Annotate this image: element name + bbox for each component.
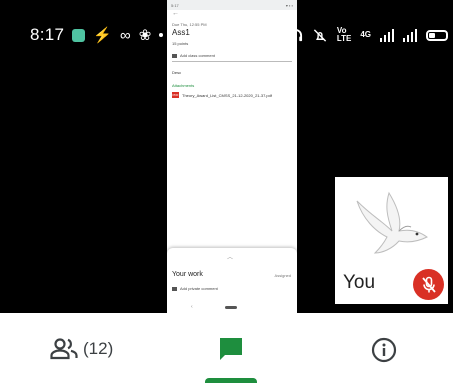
shared-screen: 5:17 ▾ ▪ ▪ ← Due Thu, 12:55 PM Ass1 15 p… [167, 0, 297, 316]
attachment-filename: Theory_Award_List_CMSS_21-12-2020_21-37.… [182, 92, 272, 98]
status-left: 8:17 ⚡ ∞ ❀ [30, 22, 164, 48]
palette-icon: ❀ [138, 26, 152, 44]
infinity-icon: ∞ [119, 26, 131, 44]
attachments-header: Attachments [172, 83, 195, 88]
private-comment-row: Add private comment [172, 286, 218, 291]
shared-nav-back-icon: ‹ [191, 304, 193, 310]
info-icon [371, 337, 397, 363]
self-view-label: You [343, 272, 376, 293]
mic-off-icon [421, 276, 436, 293]
assignment-points: 15 points [172, 41, 189, 46]
class-comment-row: Add class comment [167, 53, 297, 58]
attachment-row: PDF Theory_Award_List_CMSS_21-12-2020_21… [167, 92, 297, 98]
info-button[interactable] [371, 337, 397, 368]
status-time: 8:17 [30, 25, 65, 44]
divider [172, 61, 292, 62]
classroom-notification-icon [72, 28, 86, 42]
assigned-status: Assigned [274, 273, 291, 278]
shared-nav-home-icon [225, 306, 237, 309]
your-work-label: Your work [172, 271, 203, 278]
active-tab-indicator [205, 378, 257, 383]
network-label: 4G [360, 30, 372, 39]
class-comment-label: Add class comment [180, 53, 215, 58]
mic-off-indicator [413, 269, 444, 300]
shared-status-time: 5:17 [171, 2, 179, 8]
network-4g-icon: 4G [360, 31, 371, 39]
assignment-description: Desc [172, 70, 182, 75]
dove-avatar [356, 191, 428, 254]
private-comment-icon [172, 286, 177, 291]
sync-icon: ⚡ [93, 26, 112, 44]
private-comment-label: Add private comment [180, 286, 218, 291]
pdf-file-icon: PDF [172, 92, 179, 98]
sheet-chevron-icon: ︿ [227, 255, 234, 261]
volte-icon: Vo LTE [337, 27, 352, 43]
volte-bottom: LTE [336, 34, 352, 43]
chat-icon [220, 338, 242, 360]
shared-status-icons: ▾ ▪ ▪ [285, 2, 293, 8]
participants-count: (12) [83, 339, 114, 358]
bottom-navigation: (12) [0, 313, 453, 383]
your-work-sheet: ︿ Your work Assigned Add private comment… [167, 248, 297, 316]
participants-button[interactable]: (12) [50, 338, 113, 360]
self-view-tile[interactable]: You [335, 177, 448, 304]
chat-button[interactable] [217, 335, 245, 368]
comment-icon [172, 53, 177, 58]
battery-icon [426, 29, 449, 41]
shared-status-bar: 5:17 ▾ ▪ ▪ [167, 0, 297, 10]
shared-back-arrow-icon: ← [172, 10, 179, 17]
assignment-due: Due Thu, 12:55 PM [172, 22, 207, 27]
signal-icon-1 [380, 28, 395, 42]
people-icon [50, 338, 78, 360]
more-notifications-icon [159, 33, 164, 37]
signal-icon-2 [403, 28, 418, 42]
assignment-title: Ass1 [172, 28, 190, 37]
vibrate-mute-icon [313, 28, 326, 42]
